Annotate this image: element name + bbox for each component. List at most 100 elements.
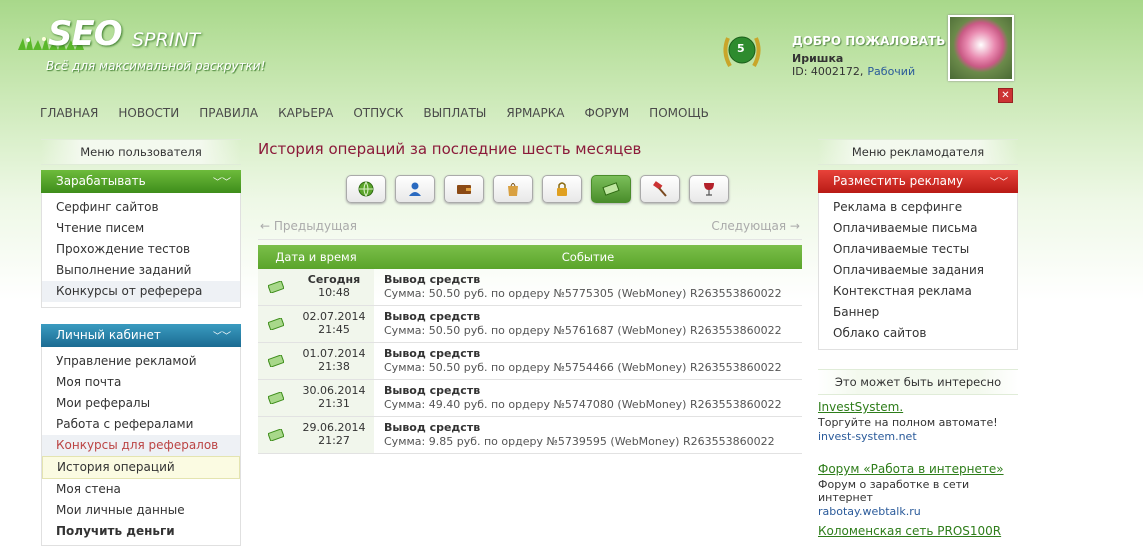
prev-page-link[interactable]: ← Предыдущая: [260, 219, 357, 233]
row-time: 10:48: [318, 286, 350, 299]
table-row: 29.06.2014 21:27 Вывод средств Сумма: 9.85…: [258, 417, 802, 454]
nav-career[interactable]: КАРЬЕРА: [278, 106, 333, 120]
menu-item-banner[interactable]: Баннер: [819, 302, 1017, 323]
menu-item-ad-management[interactable]: Управление рекламой: [42, 351, 240, 372]
welcome-title: ДОБРО ПОЖАЛОВАТЬ: [792, 34, 946, 48]
nav-help[interactable]: ПОМОЩЬ: [649, 106, 709, 120]
collapse-icon[interactable]: ﹀﹀: [209, 172, 235, 188]
menu-item-surfing[interactable]: Серфинг сайтов: [42, 197, 240, 218]
row-event: Вывод средств: [384, 347, 481, 360]
nav-payouts[interactable]: ВЫПЛАТЫ: [423, 106, 486, 120]
menu-item-personal-data[interactable]: Мои личные данные: [42, 500, 240, 521]
cabinet-menu: Управление рекламой Моя почта Мои рефера…: [41, 347, 241, 546]
nav-vacation[interactable]: ОТПУСК: [353, 106, 403, 120]
site-logo[interactable]: SEO SPRINT Всё для максимальной раскрутк…: [18, 12, 265, 82]
category-shopping[interactable]: [493, 175, 533, 203]
user-icon: [409, 182, 421, 196]
row-date: 01.07.2014: [302, 347, 366, 360]
menu-item-operations-history[interactable]: История операций: [42, 456, 240, 479]
menu-item-paid-tests[interactable]: Оплачиваемые тесты: [819, 239, 1017, 260]
menu-item-site-cloud[interactable]: Облако сайтов: [819, 323, 1017, 344]
menu-item-referral-work[interactable]: Работа с рефералами: [42, 414, 240, 435]
row-detail: Сумма: 50.50 руб. по ордеру №5754466 (We…: [384, 361, 782, 374]
promo-link[interactable]: InvestSystem.: [818, 400, 1018, 414]
nav-forum[interactable]: ФОРУМ: [584, 106, 629, 120]
row-event: Вывод средств: [384, 273, 481, 286]
menu-item-my-referrals[interactable]: Мои рефералы: [42, 393, 240, 414]
logo-tagline: Всё для максимальной раскрутки!: [46, 59, 266, 73]
row-time: 21:31: [318, 397, 350, 410]
category-other[interactable]: [689, 175, 729, 203]
menu-item-get-money[interactable]: Получить деньги: [42, 521, 240, 542]
table-row: 02.07.2014 21:45 Вывод средств Сумма: 50.5…: [258, 306, 802, 343]
hammer-icon: [653, 181, 667, 197]
shopping-bag-icon: [508, 183, 518, 196]
collapse-icon[interactable]: ﹀﹀: [209, 326, 235, 342]
menu-item-my-mail[interactable]: Моя почта: [42, 372, 240, 393]
wallet-icon: [457, 185, 471, 194]
operations-table: Дата и время Событие Сегодня 10:48 Вывод …: [258, 245, 802, 454]
money-icon: [268, 355, 284, 367]
user-status-link[interactable]: Рабочий: [867, 65, 915, 78]
menu-item-tasks[interactable]: Выполнение заданий: [42, 260, 240, 281]
row-detail: Сумма: 50.50 руб. по ордеру №5775305 (We…: [384, 287, 782, 300]
row-detail: Сумма: 9.85 руб. по ордеру №5739595 (Web…: [384, 435, 775, 448]
close-icon[interactable]: ✕: [998, 88, 1013, 103]
promo-link[interactable]: Форум «Работа в интернете»: [818, 462, 1018, 476]
page-title: История операций за последние шесть меся…: [258, 140, 642, 158]
promo-url[interactable]: rabotay.webtalk.ru: [818, 505, 1018, 518]
row-time: 21:27: [318, 434, 350, 447]
menu-item-referer-contests[interactable]: Конкурсы от реферера: [42, 281, 240, 302]
row-date: 02.07.2014: [302, 310, 366, 323]
promo-item: Форум «Работа в интернете» Форум о зараб…: [818, 462, 1018, 518]
place-ad-header[interactable]: Разместить рекламу ﹀﹀: [818, 170, 1018, 193]
logo-sprint-text: SPRINT: [132, 29, 201, 51]
menu-item-mail-reading[interactable]: Чтение писем: [42, 218, 240, 239]
category-referrals[interactable]: [395, 175, 435, 203]
menu-item-tests[interactable]: Прохождение тестов: [42, 239, 240, 260]
lock-icon: [557, 182, 567, 196]
menu-item-referral-contests[interactable]: Конкурсы для рефералов: [42, 435, 240, 456]
menu-item-context-ads[interactable]: Контекстная реклама: [819, 281, 1017, 302]
menu-item-paid-tasks[interactable]: Оплачиваемые задания: [819, 260, 1017, 281]
table-header: Дата и время Событие: [258, 245, 802, 269]
money-icon: [268, 318, 284, 330]
next-page-link[interactable]: Следующая →: [711, 219, 800, 233]
menu-item-my-wall[interactable]: Моя стена: [42, 479, 240, 500]
table-row: 01.07.2014 21:38 Вывод средств Сумма: 50.5…: [258, 343, 802, 380]
category-auction[interactable]: [640, 175, 680, 203]
nav-news[interactable]: НОВОСТИ: [118, 106, 179, 120]
money-icon: [268, 281, 284, 293]
collapse-icon[interactable]: ﹀﹀: [986, 172, 1012, 188]
category-all[interactable]: [346, 175, 386, 203]
money-icon: [268, 429, 284, 441]
avatar[interactable]: [948, 15, 1014, 81]
user-id-line: ID: 4002172, Рабочий: [792, 65, 945, 78]
promo-url[interactable]: invest-system.net: [818, 430, 1018, 443]
promo-link[interactable]: Коломенская сеть PROS100R: [818, 524, 1018, 538]
nav-rules[interactable]: ПРАВИЛА: [199, 106, 258, 120]
menu-item-paid-mail[interactable]: Оплачиваемые письма: [819, 218, 1017, 239]
category-lock[interactable]: [542, 175, 582, 203]
category-wallet[interactable]: [444, 175, 484, 203]
globe-icon: [358, 181, 374, 197]
menu-item-surfing-ads[interactable]: Реклама в серфинге: [819, 197, 1017, 218]
earn-header-label: Зарабатывать: [56, 174, 146, 188]
col-event-header: Событие: [561, 250, 615, 264]
user-menu-title: Меню пользователя: [41, 139, 241, 165]
category-payouts[interactable]: [591, 175, 631, 203]
row-event: Вывод средств: [384, 384, 481, 397]
wine-glass-icon: [704, 183, 714, 196]
logo-seo-text: SEO: [48, 14, 123, 54]
main-nav: ГЛАВНАЯ НОВОСТИ ПРАВИЛА КАРЬЕРА ОТПУСК В…: [40, 106, 729, 120]
row-date: Сегодня: [307, 273, 361, 286]
level-badge[interactable]: 5: [718, 28, 766, 76]
place-ad-header-label: Разместить рекламу: [833, 174, 964, 188]
earn-header[interactable]: Зарабатывать ﹀﹀: [41, 170, 241, 193]
earn-menu: Серфинг сайтов Чтение писем Прохождение …: [41, 193, 241, 308]
nav-fair[interactable]: ЯРМАРКА: [506, 106, 564, 120]
cabinet-header[interactable]: Личный кабинет ﹀﹀: [41, 324, 241, 347]
cabinet-header-label: Личный кабинет: [56, 328, 161, 342]
welcome-block: ДОБРО ПОЖАЛОВАТЬ Иришка ID: 4002172, Рабо…: [792, 34, 945, 78]
nav-main[interactable]: ГЛАВНАЯ: [40, 106, 98, 120]
